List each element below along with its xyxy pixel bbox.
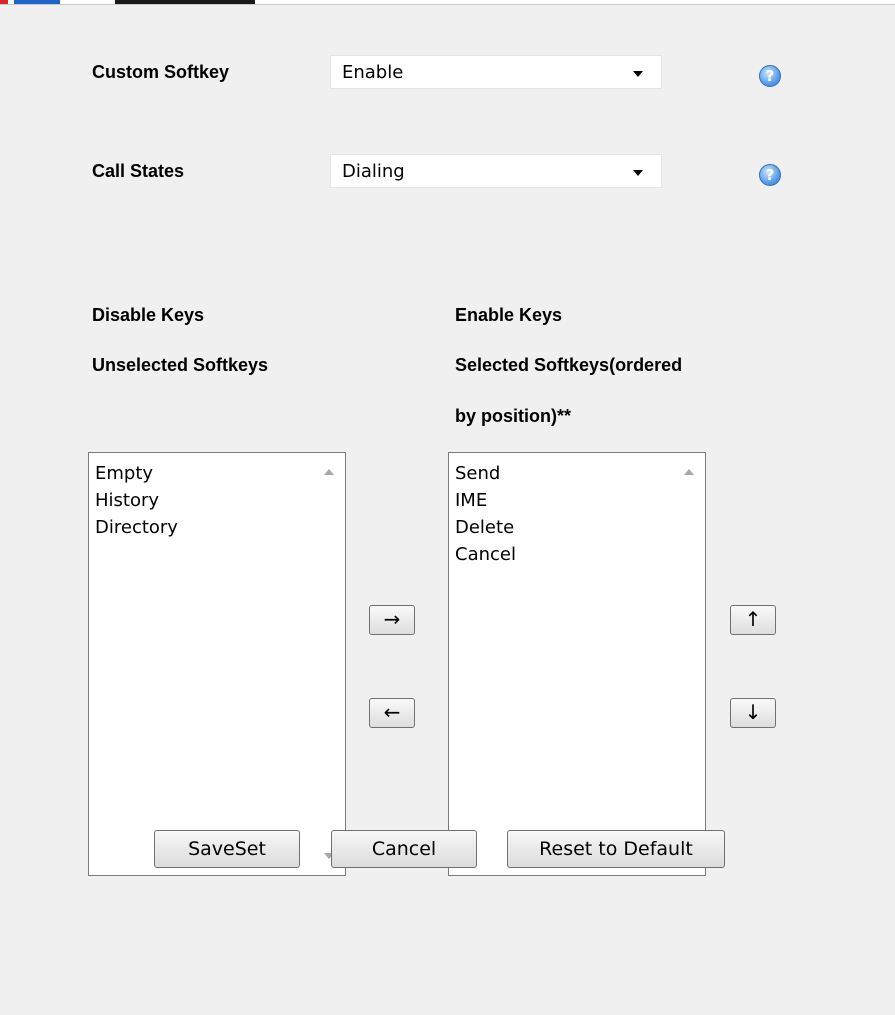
reset-default-button[interactable]: Reset to Default xyxy=(507,830,725,868)
move-left-button[interactable]: ← xyxy=(369,698,415,728)
call-states-label: Call States xyxy=(92,161,185,181)
list-item[interactable]: Cancel xyxy=(455,541,516,568)
custom-softkey-value: Enable xyxy=(342,62,404,83)
enable-keys-heading: Enable Keys xyxy=(455,305,563,325)
list-item[interactable]: Send xyxy=(455,460,516,487)
move-up-button[interactable]: ↑ xyxy=(730,605,776,635)
help-icon[interactable]: ? xyxy=(759,164,781,186)
custom-softkey-label: Custom Softkey xyxy=(92,62,230,82)
scroll-up-icon[interactable] xyxy=(324,469,334,475)
list-item[interactable]: Empty xyxy=(95,460,178,487)
unselected-softkeys-heading: Unselected Softkeys xyxy=(92,355,269,375)
scrollbar[interactable] xyxy=(673,453,705,875)
custom-softkey-select[interactable]: Enable xyxy=(330,55,662,89)
selected-softkeys-heading: Selected Softkeys(ordered xyxy=(455,355,683,375)
disable-keys-heading: Disable Keys xyxy=(92,305,205,325)
call-states-value: Dialing xyxy=(342,161,405,182)
scrollbar[interactable] xyxy=(313,453,345,875)
list-item[interactable]: IME xyxy=(455,487,516,514)
list-item[interactable]: Directory xyxy=(95,514,178,541)
unselected-softkeys-list[interactable]: Empty History Directory xyxy=(88,452,346,876)
list-item[interactable]: History xyxy=(95,487,178,514)
selected-softkeys-heading-cont: by position)** xyxy=(455,406,571,426)
save-button[interactable]: SaveSet xyxy=(154,830,300,868)
help-icon[interactable]: ? xyxy=(759,65,781,87)
logo-mark-red xyxy=(0,0,8,4)
scroll-up-icon[interactable] xyxy=(684,469,694,475)
list-item[interactable]: Delete xyxy=(455,514,516,541)
logo-mark-blue xyxy=(14,0,60,4)
move-down-button[interactable]: ↓ xyxy=(730,698,776,728)
selected-softkeys-list[interactable]: Send IME Delete Cancel xyxy=(448,452,706,876)
chevron-down-icon xyxy=(633,71,643,77)
move-right-button[interactable]: → xyxy=(369,605,415,635)
cancel-button[interactable]: Cancel xyxy=(331,830,477,868)
header-bar xyxy=(0,0,895,5)
logo-wordmark xyxy=(115,0,255,4)
call-states-select[interactable]: Dialing xyxy=(330,154,662,188)
chevron-down-icon xyxy=(633,170,643,176)
